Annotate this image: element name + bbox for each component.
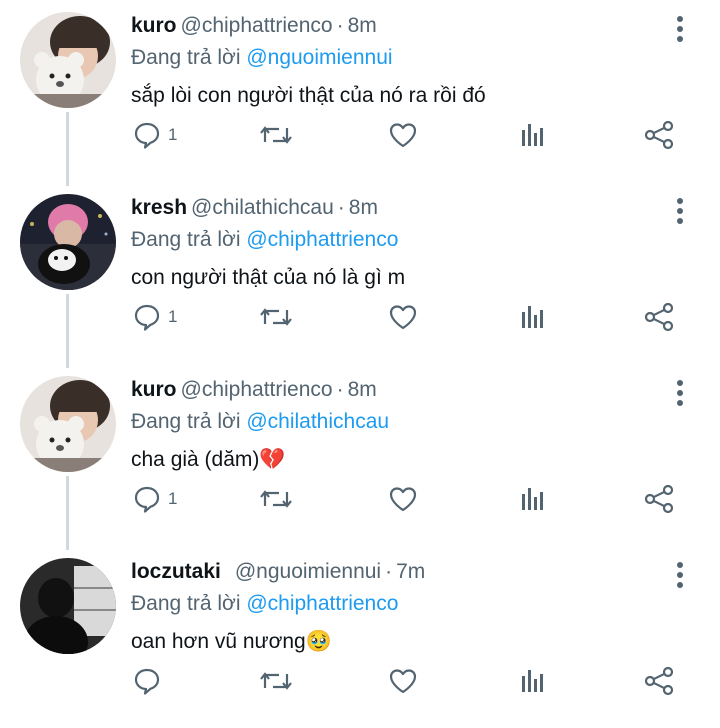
share-button[interactable] xyxy=(644,664,674,698)
analytics-button[interactable] xyxy=(518,118,548,152)
retweet-icon xyxy=(260,308,292,326)
user-handle[interactable]: @chiphattrienco xyxy=(181,378,333,401)
tweet-header: loczutaki @nguoimiennui · 7m xyxy=(131,560,425,584)
analytics-button[interactable] xyxy=(518,664,548,698)
retweet-button[interactable] xyxy=(259,482,293,516)
bar-chart-icon xyxy=(522,670,543,692)
heart-icon xyxy=(389,123,417,148)
like-button[interactable] xyxy=(388,300,418,334)
separator-dot: · xyxy=(337,196,345,219)
analytics-button[interactable] xyxy=(518,300,548,334)
heart-icon xyxy=(389,305,417,330)
tweet-text: cha già (dăm)💔 xyxy=(131,448,286,471)
reply-button[interactable]: 1 xyxy=(132,300,177,334)
user-handle[interactable]: @chiphattrienco xyxy=(181,14,333,37)
replying-to: Đang trả lời @chiphattrienco xyxy=(131,228,398,252)
replying-to: Đang trả lời @chilathichcau xyxy=(131,410,389,434)
separator-dot: · xyxy=(385,560,393,583)
mention-link[interactable]: @chilathichcau xyxy=(246,410,389,433)
tweet-header: kuro @chiphattrienco · 8m xyxy=(131,14,377,38)
avatar[interactable] xyxy=(20,12,116,108)
share-icon xyxy=(644,484,674,514)
reply-button[interactable]: 1 xyxy=(132,482,177,516)
user-handle[interactable]: @nguoimiennui xyxy=(235,560,381,583)
mention-link[interactable]: @chiphattrienco xyxy=(246,228,398,251)
display-name[interactable]: kresh xyxy=(131,196,187,219)
tweet-actions xyxy=(0,664,720,704)
reply-icon xyxy=(134,304,160,331)
reply-button[interactable]: 1 xyxy=(132,118,177,152)
tweet-text: con người thật của nó là gì m xyxy=(131,266,406,289)
tweet-text: oan hơn vũ nương🥹 xyxy=(131,630,332,653)
separator-dot: · xyxy=(336,14,344,37)
tweet-item[interactable]: loczutaki @nguoimiennui · 7m Đang trả lời @… xyxy=(0,546,720,728)
reply-icon xyxy=(134,668,160,695)
avatar[interactable] xyxy=(20,376,116,472)
reply-button[interactable] xyxy=(132,664,168,698)
display-name[interactable]: kuro xyxy=(131,14,177,37)
bar-chart-icon xyxy=(522,488,543,510)
replying-to: Đang trả lời @nguoimiennui xyxy=(131,46,393,70)
tweet-header: kuro @chiphattrienco · 8m xyxy=(131,378,377,402)
share-icon xyxy=(644,120,674,150)
bar-chart-icon xyxy=(522,124,543,146)
avatar[interactable] xyxy=(20,558,116,654)
user-handle[interactable]: @chilathichcau xyxy=(191,196,334,219)
like-button[interactable] xyxy=(388,118,418,152)
reply-count: 1 xyxy=(168,307,178,326)
retweet-button[interactable] xyxy=(259,300,293,334)
tweet-item[interactable]: kuro @chiphattrienco · 8m Đang trả lời @chi… xyxy=(0,364,720,550)
more-options-icon[interactable] xyxy=(668,560,692,590)
retweet-button[interactable] xyxy=(259,664,293,698)
retweet-button[interactable] xyxy=(259,118,293,152)
heart-icon xyxy=(389,669,417,694)
reply-icon xyxy=(134,122,160,149)
share-button[interactable] xyxy=(644,300,674,334)
more-options-icon[interactable] xyxy=(668,196,692,226)
tweet-actions: 1 xyxy=(0,300,720,340)
tweet-item[interactable]: kuro @chiphattrienco · 8m Đang trả lời @ngu… xyxy=(0,0,720,186)
analytics-button[interactable] xyxy=(518,482,548,516)
tweet-item[interactable]: kresh @chilathichcau · 8m Đang trả lời @chi… xyxy=(0,182,720,368)
timestamp[interactable]: 7m xyxy=(396,560,425,583)
share-button[interactable] xyxy=(644,118,674,152)
share-icon xyxy=(644,302,674,332)
replying-to-label: Đang trả lời xyxy=(131,46,241,69)
more-options-icon[interactable] xyxy=(668,14,692,44)
timestamp[interactable]: 8m xyxy=(348,14,377,37)
retweet-icon xyxy=(260,490,292,508)
share-button[interactable] xyxy=(644,482,674,516)
tweet-actions: 1 xyxy=(0,118,720,158)
tweet-header: kresh @chilathichcau · 8m xyxy=(131,196,378,220)
replying-to-label: Đang trả lời xyxy=(131,228,241,251)
bar-chart-icon xyxy=(522,306,543,328)
more-options-icon[interactable] xyxy=(668,378,692,408)
share-icon xyxy=(644,666,674,696)
like-button[interactable] xyxy=(388,482,418,516)
retweet-icon xyxy=(260,672,292,690)
timestamp[interactable]: 8m xyxy=(349,196,378,219)
reply-count: 1 xyxy=(168,125,178,144)
mention-link[interactable]: @nguoimiennui xyxy=(246,46,392,69)
display-name[interactable]: kuro xyxy=(131,378,177,401)
replying-to-label: Đang trả lời xyxy=(131,410,241,433)
like-button[interactable] xyxy=(388,664,418,698)
replying-to-label: Đang trả lời xyxy=(131,592,241,615)
avatar[interactable] xyxy=(20,194,116,290)
mention-link[interactable]: @chiphattrienco xyxy=(246,592,398,615)
separator-dot: · xyxy=(336,378,344,401)
reply-count: 1 xyxy=(168,489,178,508)
heart-icon xyxy=(389,487,417,512)
timestamp[interactable]: 8m xyxy=(348,378,377,401)
reply-icon xyxy=(134,486,160,513)
display-name[interactable]: loczutaki xyxy=(131,560,221,583)
tweet-actions: 1 xyxy=(0,482,720,522)
tweet-text: sắp lòi con người thật của nó ra rồi đó xyxy=(131,84,486,107)
replying-to: Đang trả lời @chiphattrienco xyxy=(131,592,398,616)
retweet-icon xyxy=(260,126,292,144)
